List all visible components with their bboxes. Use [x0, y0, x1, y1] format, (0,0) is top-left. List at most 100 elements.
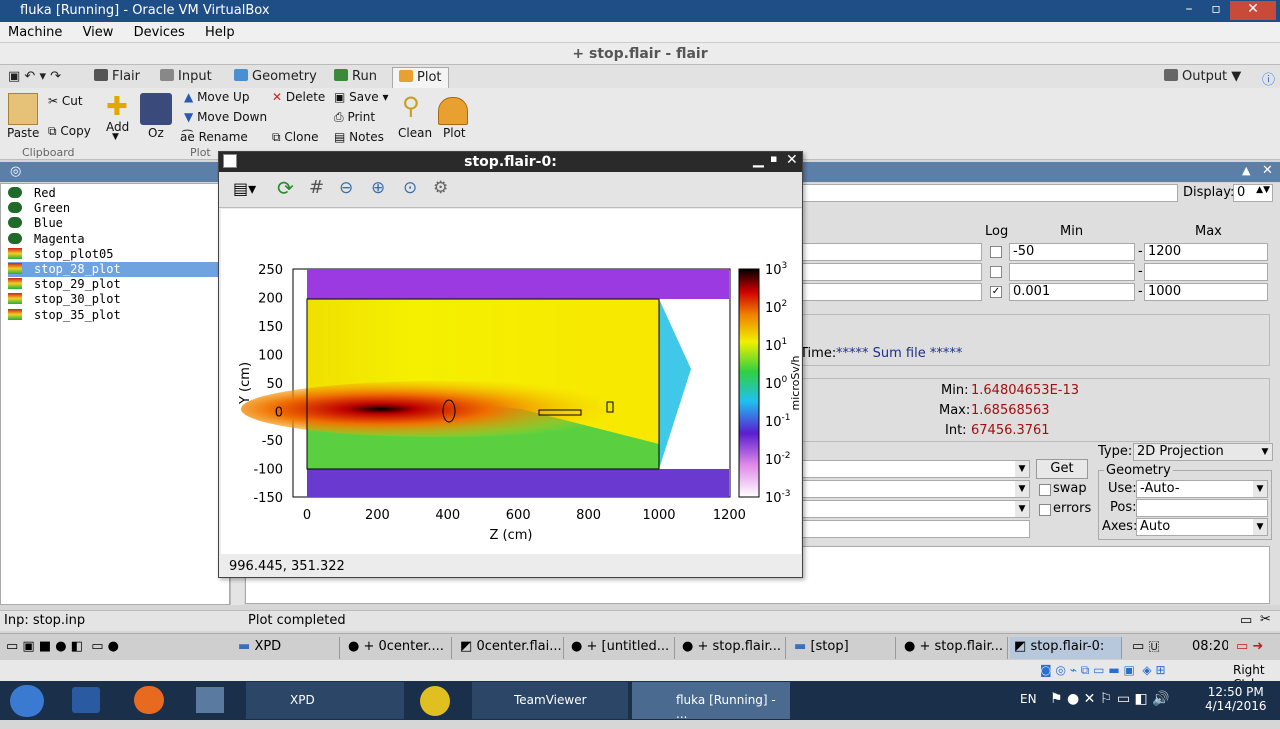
swap-checkbox[interactable]: [1039, 484, 1051, 496]
notes-button[interactable]: ▤ Notes: [334, 130, 384, 144]
maximize-button[interactable]: ▫: [1203, 1, 1229, 20]
output-button[interactable]: Output ▼: [1158, 67, 1247, 88]
taskbar-fluka[interactable]: fluka [Running] - ...: [632, 682, 790, 721]
title-field[interactable]: [800, 184, 1178, 202]
task-xpd[interactable]: ▬ XPD: [234, 637, 340, 659]
list-item[interactable]: Magenta: [8, 232, 228, 247]
move-up-button[interactable]: ▲ Move Up: [184, 90, 249, 104]
projection-combo[interactable]: ▼: [800, 500, 1030, 518]
menu-help[interactable]: Help: [197, 22, 243, 40]
rename-button[interactable]: a͡e Rename: [180, 130, 248, 144]
axes-combo[interactable]: Auto ▼: [1136, 518, 1268, 536]
paste-button[interactable]: Paste: [7, 126, 39, 140]
collapse-icon[interactable]: ▲: [1242, 164, 1250, 177]
clone-button[interactable]: ⧉ Clone: [272, 130, 318, 145]
y-min-field[interactable]: [1009, 263, 1135, 281]
settings-icon[interactable]: ⚙: [433, 178, 448, 198]
panel-close-icon[interactable]: ✕: [1262, 163, 1273, 178]
clean-button[interactable]: Clean: [398, 126, 432, 140]
get-button[interactable]: Get: [1036, 459, 1088, 479]
x-min-field[interactable]: -50: [1009, 243, 1135, 261]
chrome-icon[interactable]: [420, 686, 450, 716]
refresh-icon[interactable]: ⟳: [277, 176, 294, 200]
vbox-device-icons[interactable]: ◙ ◎ ⌁ ⧉ ▭ ▬ ▣ ◈ ⊞: [1040, 663, 1166, 678]
delete-button[interactable]: ✕ Delete: [272, 90, 325, 104]
use-combo[interactable]: -Auto- ▼: [1136, 480, 1268, 498]
x-max-field[interactable]: 1200: [1144, 243, 1268, 261]
zoom-in-icon[interactable]: ⊕: [371, 178, 385, 198]
move-down-button[interactable]: ▼ Move Down: [184, 110, 267, 124]
extra-field[interactable]: [800, 520, 1030, 538]
x-axis-label-field[interactable]: [800, 243, 982, 261]
task-stop-flair-2[interactable]: ● + stop.flair...: [900, 637, 1008, 659]
z-min-field[interactable]: 0.001: [1009, 283, 1135, 301]
task-stop-folder[interactable]: ▬ [stop]: [790, 637, 896, 659]
taskbar-teamviewer[interactable]: TeamViewer: [472, 682, 628, 719]
plot-canvas[interactable]: 0 200 400 600 800 1000 1200 250 200 150 100 50 0 -50…: [221, 209, 802, 554]
taskbar-xpd[interactable]: XPD: [246, 682, 404, 719]
tab-plot[interactable]: Plot: [392, 67, 449, 88]
quick-toolbar[interactable]: ▣ ↶ ▾ ↷: [2, 67, 82, 88]
plot-close-button[interactable]: ✕: [786, 152, 798, 168]
info-icon[interactable]: ⓘ: [1256, 67, 1280, 88]
export-icon[interactable]: ▤▾: [233, 179, 256, 198]
z-max-field[interactable]: 1000: [1144, 283, 1268, 301]
errors-checkbox[interactable]: [1039, 504, 1051, 516]
zoom-fit-icon[interactable]: ⊙: [403, 178, 417, 198]
menu-devices[interactable]: Devices: [126, 22, 193, 40]
logout-icon[interactable]: ▭ ➜: [1232, 637, 1278, 659]
y-axis-label-field[interactable]: [800, 263, 982, 281]
close-button[interactable]: ✕: [1230, 1, 1276, 20]
plot-button[interactable]: Plot: [443, 126, 466, 140]
start-button[interactable]: [10, 685, 44, 717]
list-item[interactable]: stop_35_plot: [8, 308, 228, 323]
oz-button[interactable]: Oz: [148, 126, 164, 140]
datafile-combo[interactable]: ▼: [800, 460, 1030, 478]
add-dropdown-icon[interactable]: ▼: [112, 132, 119, 142]
plot-maximize-button[interactable]: ▪: [770, 152, 777, 165]
plot-minimize-button[interactable]: ▁: [753, 152, 764, 168]
list-item[interactable]: Blue: [8, 216, 228, 231]
menu-machine[interactable]: Machine: [0, 22, 70, 40]
list-item[interactable]: stop_28_plot: [8, 262, 228, 277]
task-untitled[interactable]: ● + [untitled...: [567, 637, 675, 659]
task-stop-flair-1[interactable]: ● + stop.flair...: [678, 637, 786, 659]
list-item[interactable]: stop_plot05: [8, 247, 228, 262]
virtualbox-icon[interactable]: [196, 687, 224, 713]
det-combo[interactable]: ▼: [800, 480, 1030, 498]
save-button[interactable]: ▣ Save ▾: [334, 90, 388, 104]
tab-geometry[interactable]: Geometry: [228, 67, 323, 88]
zoom-out-icon[interactable]: ⊖: [339, 178, 353, 198]
pos-field[interactable]: [1136, 499, 1268, 517]
firefox-icon[interactable]: [134, 686, 164, 714]
quicklaunch-icons[interactable]: ▭ ▣ ■ ● ◧ ▭ ●: [2, 637, 232, 659]
tab-flair[interactable]: Flair: [88, 67, 146, 88]
menu-view[interactable]: View: [75, 22, 122, 40]
task-0center-flair[interactable]: ◩ 0center.flai...: [456, 637, 564, 659]
y-max-field[interactable]: [1144, 263, 1268, 281]
tab-input[interactable]: Input: [154, 67, 218, 88]
display-spinbox[interactable]: 0 ▲▼: [1233, 184, 1273, 202]
z-axis-label-field[interactable]: [800, 283, 982, 301]
z-log-checkbox[interactable]: ✓: [990, 286, 1002, 298]
x-log-checkbox[interactable]: [990, 246, 1002, 258]
minimize-button[interactable]: –: [1176, 1, 1202, 20]
print-button[interactable]: ⎙ Print: [334, 110, 375, 125]
task-0center[interactable]: ● + 0center....: [344, 637, 452, 659]
task-plot-window[interactable]: ◩ stop.flair-0:: [1010, 637, 1122, 659]
media-player-icon[interactable]: [72, 687, 100, 713]
tray-icons[interactable]: ⚑ ● ✕ ⚐ ▭ ◧ 🔊: [1050, 691, 1170, 728]
list-item[interactable]: stop_29_plot: [8, 277, 228, 292]
type-label: Type:: [1098, 444, 1133, 459]
tab-run[interactable]: Run: [328, 67, 383, 88]
type-combo[interactable]: 2D Projection ▼: [1133, 443, 1273, 461]
lang-indicator[interactable]: EN: [1020, 692, 1037, 729]
list-item[interactable]: stop_30_plot: [8, 292, 228, 307]
list-item[interactable]: Red: [8, 186, 228, 201]
cut-button[interactable]: ✂ Cut: [48, 94, 83, 108]
tools-icon[interactable]: ✂: [1260, 612, 1271, 627]
copy-button[interactable]: ⧉ Copy: [48, 124, 91, 139]
grid-icon[interactable]: #: [309, 177, 324, 198]
y-log-checkbox[interactable]: [990, 266, 1002, 278]
list-item[interactable]: Green: [8, 201, 228, 216]
